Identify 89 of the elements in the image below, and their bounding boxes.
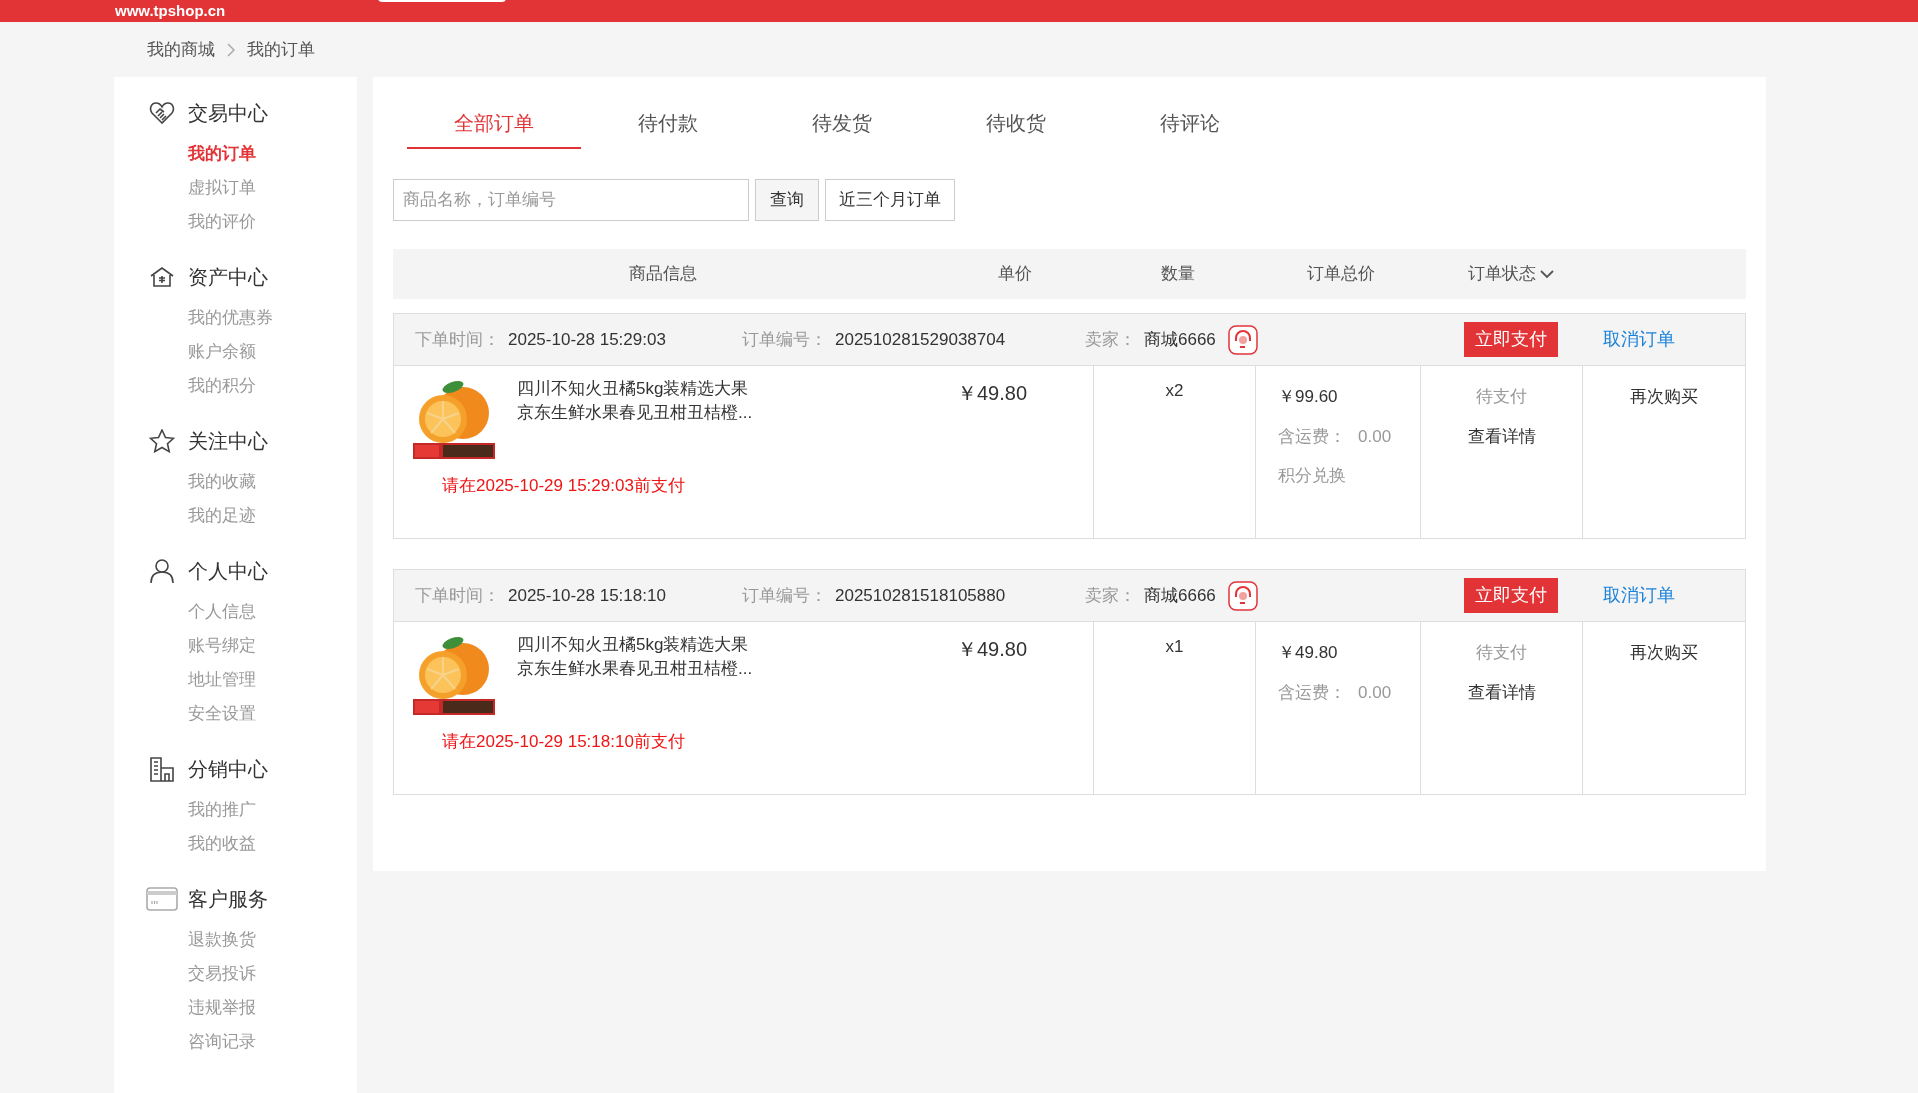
cancel-order-link[interactable]: 取消订单: [1602, 582, 1675, 609]
three-months-filter[interactable]: 近三个月订单: [825, 179, 955, 221]
sidebar-link[interactable]: 退款换货: [188, 923, 256, 957]
chevron-down-icon: [1540, 269, 1554, 279]
order-total: ￥99.60: [1278, 386, 1339, 408]
order-tab[interactable]: 全部订单: [407, 99, 581, 149]
sidebar-link[interactable]: 账户余额: [188, 335, 256, 369]
sidebar-link[interactable]: 我的优惠券: [188, 301, 273, 335]
points-exchange: 积分兑换: [1278, 465, 1347, 487]
pay-now-button[interactable]: 立即支付: [1463, 578, 1558, 613]
sidebar-link[interactable]: 虚拟订单: [188, 171, 256, 205]
shipping-label: 含运费：: [1278, 425, 1346, 448]
unit-price: ￥49.80: [957, 381, 1028, 406]
product-name[interactable]: 京东生鲜水果春见丑柑丑桔橙...: [517, 657, 957, 681]
payment-deadline: 请在2025-10-29 15:18:10前支付: [442, 731, 686, 753]
search-field[interactable]: 商品名称，订单编号: [393, 179, 749, 221]
view-details-link[interactable]: 查看详情: [1467, 423, 1536, 449]
sidebar-link[interactable]: 我的积分: [188, 369, 256, 403]
customer-service-icon[interactable]: [1227, 324, 1258, 355]
sidebar-link[interactable]: 咨询记录: [188, 1025, 256, 1059]
quantity: x2: [1165, 381, 1184, 400]
sidebar-link[interactable]: 我的评价: [188, 205, 256, 239]
buy-again-link[interactable]: 再次购买: [1630, 640, 1698, 666]
sidebar-link[interactable]: 我的收益: [188, 827, 256, 861]
order-tab[interactable]: 待评论: [1103, 99, 1277, 149]
view-details-link[interactable]: 查看详情: [1467, 679, 1536, 705]
sidebar-heading: 资产中心: [188, 265, 268, 290]
product-name[interactable]: 四川不知火丑橘5kg装精选大果: [517, 633, 957, 657]
chevron-right-icon: [227, 42, 235, 57]
cancel-order-link[interactable]: 取消订单: [1602, 326, 1675, 353]
order-number: 202510281529038704: [835, 328, 1007, 351]
sidebar-link[interactable]: 账号绑定: [188, 629, 256, 663]
order-number-label: 订单编号：: [742, 328, 827, 351]
sidebar-heading: 分销中心: [188, 757, 268, 782]
status-filter[interactable]: 订单状态: [1468, 261, 1554, 287]
sidebar-link[interactable]: 我的订单: [188, 137, 256, 171]
order-time-label: 下单时间：: [415, 328, 500, 351]
order-number-label: 订单编号：: [742, 584, 827, 607]
order-tab[interactable]: 待收货: [929, 99, 1103, 149]
breadcrumb-link[interactable]: 我的商城: [147, 36, 215, 63]
seller-label: 卖家：: [1085, 328, 1136, 351]
sidebar-heading: 关注中心: [188, 429, 268, 454]
product-name[interactable]: 京东生鲜水果春见丑柑丑桔橙...: [517, 401, 957, 425]
sidebar-heading: 客户服务: [188, 887, 268, 912]
column-header: 单价: [997, 263, 1033, 286]
order-time: 2025-10-28 15:29:03: [508, 328, 667, 351]
shipping-fee: 0.00: [1358, 681, 1392, 704]
order-status: 待支付: [1476, 386, 1527, 408]
payment-deadline: 请在2025-10-29 15:29:03前支付: [442, 475, 686, 497]
sidebar-link[interactable]: 违规举报: [188, 991, 256, 1025]
quantity: x1: [1165, 637, 1184, 656]
order-number: 202510281518105880: [835, 584, 1007, 607]
house-icon: [149, 266, 175, 288]
column-header: 商品信息: [628, 263, 698, 286]
order-time-label: 下单时间：: [415, 584, 500, 607]
sidebar-link[interactable]: 我的收藏: [188, 465, 256, 499]
sidebar-heading: 交易中心: [188, 101, 268, 126]
query-button[interactable]: 查询: [755, 179, 819, 221]
buy-again-link[interactable]: 再次购买: [1630, 384, 1698, 410]
site-logo[interactable]: www.tpshop.cn: [115, 2, 315, 20]
shipping-fee: 0.00: [1358, 425, 1392, 448]
building-icon: [149, 756, 175, 782]
product-name[interactable]: 四川不知火丑橘5kg装精选大果: [517, 377, 957, 401]
order-tab[interactable]: 待发货: [755, 99, 929, 149]
sidebar-heading: 个人中心: [188, 559, 268, 584]
sidebar-link[interactable]: 地址管理: [188, 663, 256, 697]
user-icon: [149, 558, 175, 584]
column-header: 数量: [1160, 263, 1196, 286]
seller-label: 卖家：: [1085, 584, 1136, 607]
unit-price: ￥49.80: [957, 637, 1028, 662]
order-status: 待支付: [1476, 642, 1527, 664]
sidebar-link[interactable]: 个人信息: [188, 595, 256, 629]
customer-service-icon[interactable]: [1227, 580, 1258, 611]
sidebar-link[interactable]: 安全设置: [188, 697, 256, 731]
sidebar-link[interactable]: 我的推广: [188, 793, 256, 827]
handshake-icon: [149, 101, 175, 125]
seller-name: 商城6666: [1144, 328, 1216, 351]
order-tab[interactable]: 待付款: [581, 99, 755, 149]
pay-now-button[interactable]: 立即支付: [1463, 322, 1558, 357]
sidebar-link[interactable]: 交易投诉: [188, 957, 256, 991]
star-icon: [149, 429, 175, 453]
order-time: 2025-10-28 15:18:10: [508, 584, 667, 607]
sidebar-link[interactable]: 我的足迹: [188, 499, 256, 533]
shipping-label: 含运费：: [1278, 681, 1346, 704]
column-header: 订单总价: [1306, 263, 1376, 286]
card-icon: [146, 887, 178, 911]
order-total: ￥49.80: [1278, 642, 1339, 664]
breadcrumb-link[interactable]: 我的订单: [247, 36, 315, 63]
seller-name: 商城6666: [1144, 584, 1216, 607]
